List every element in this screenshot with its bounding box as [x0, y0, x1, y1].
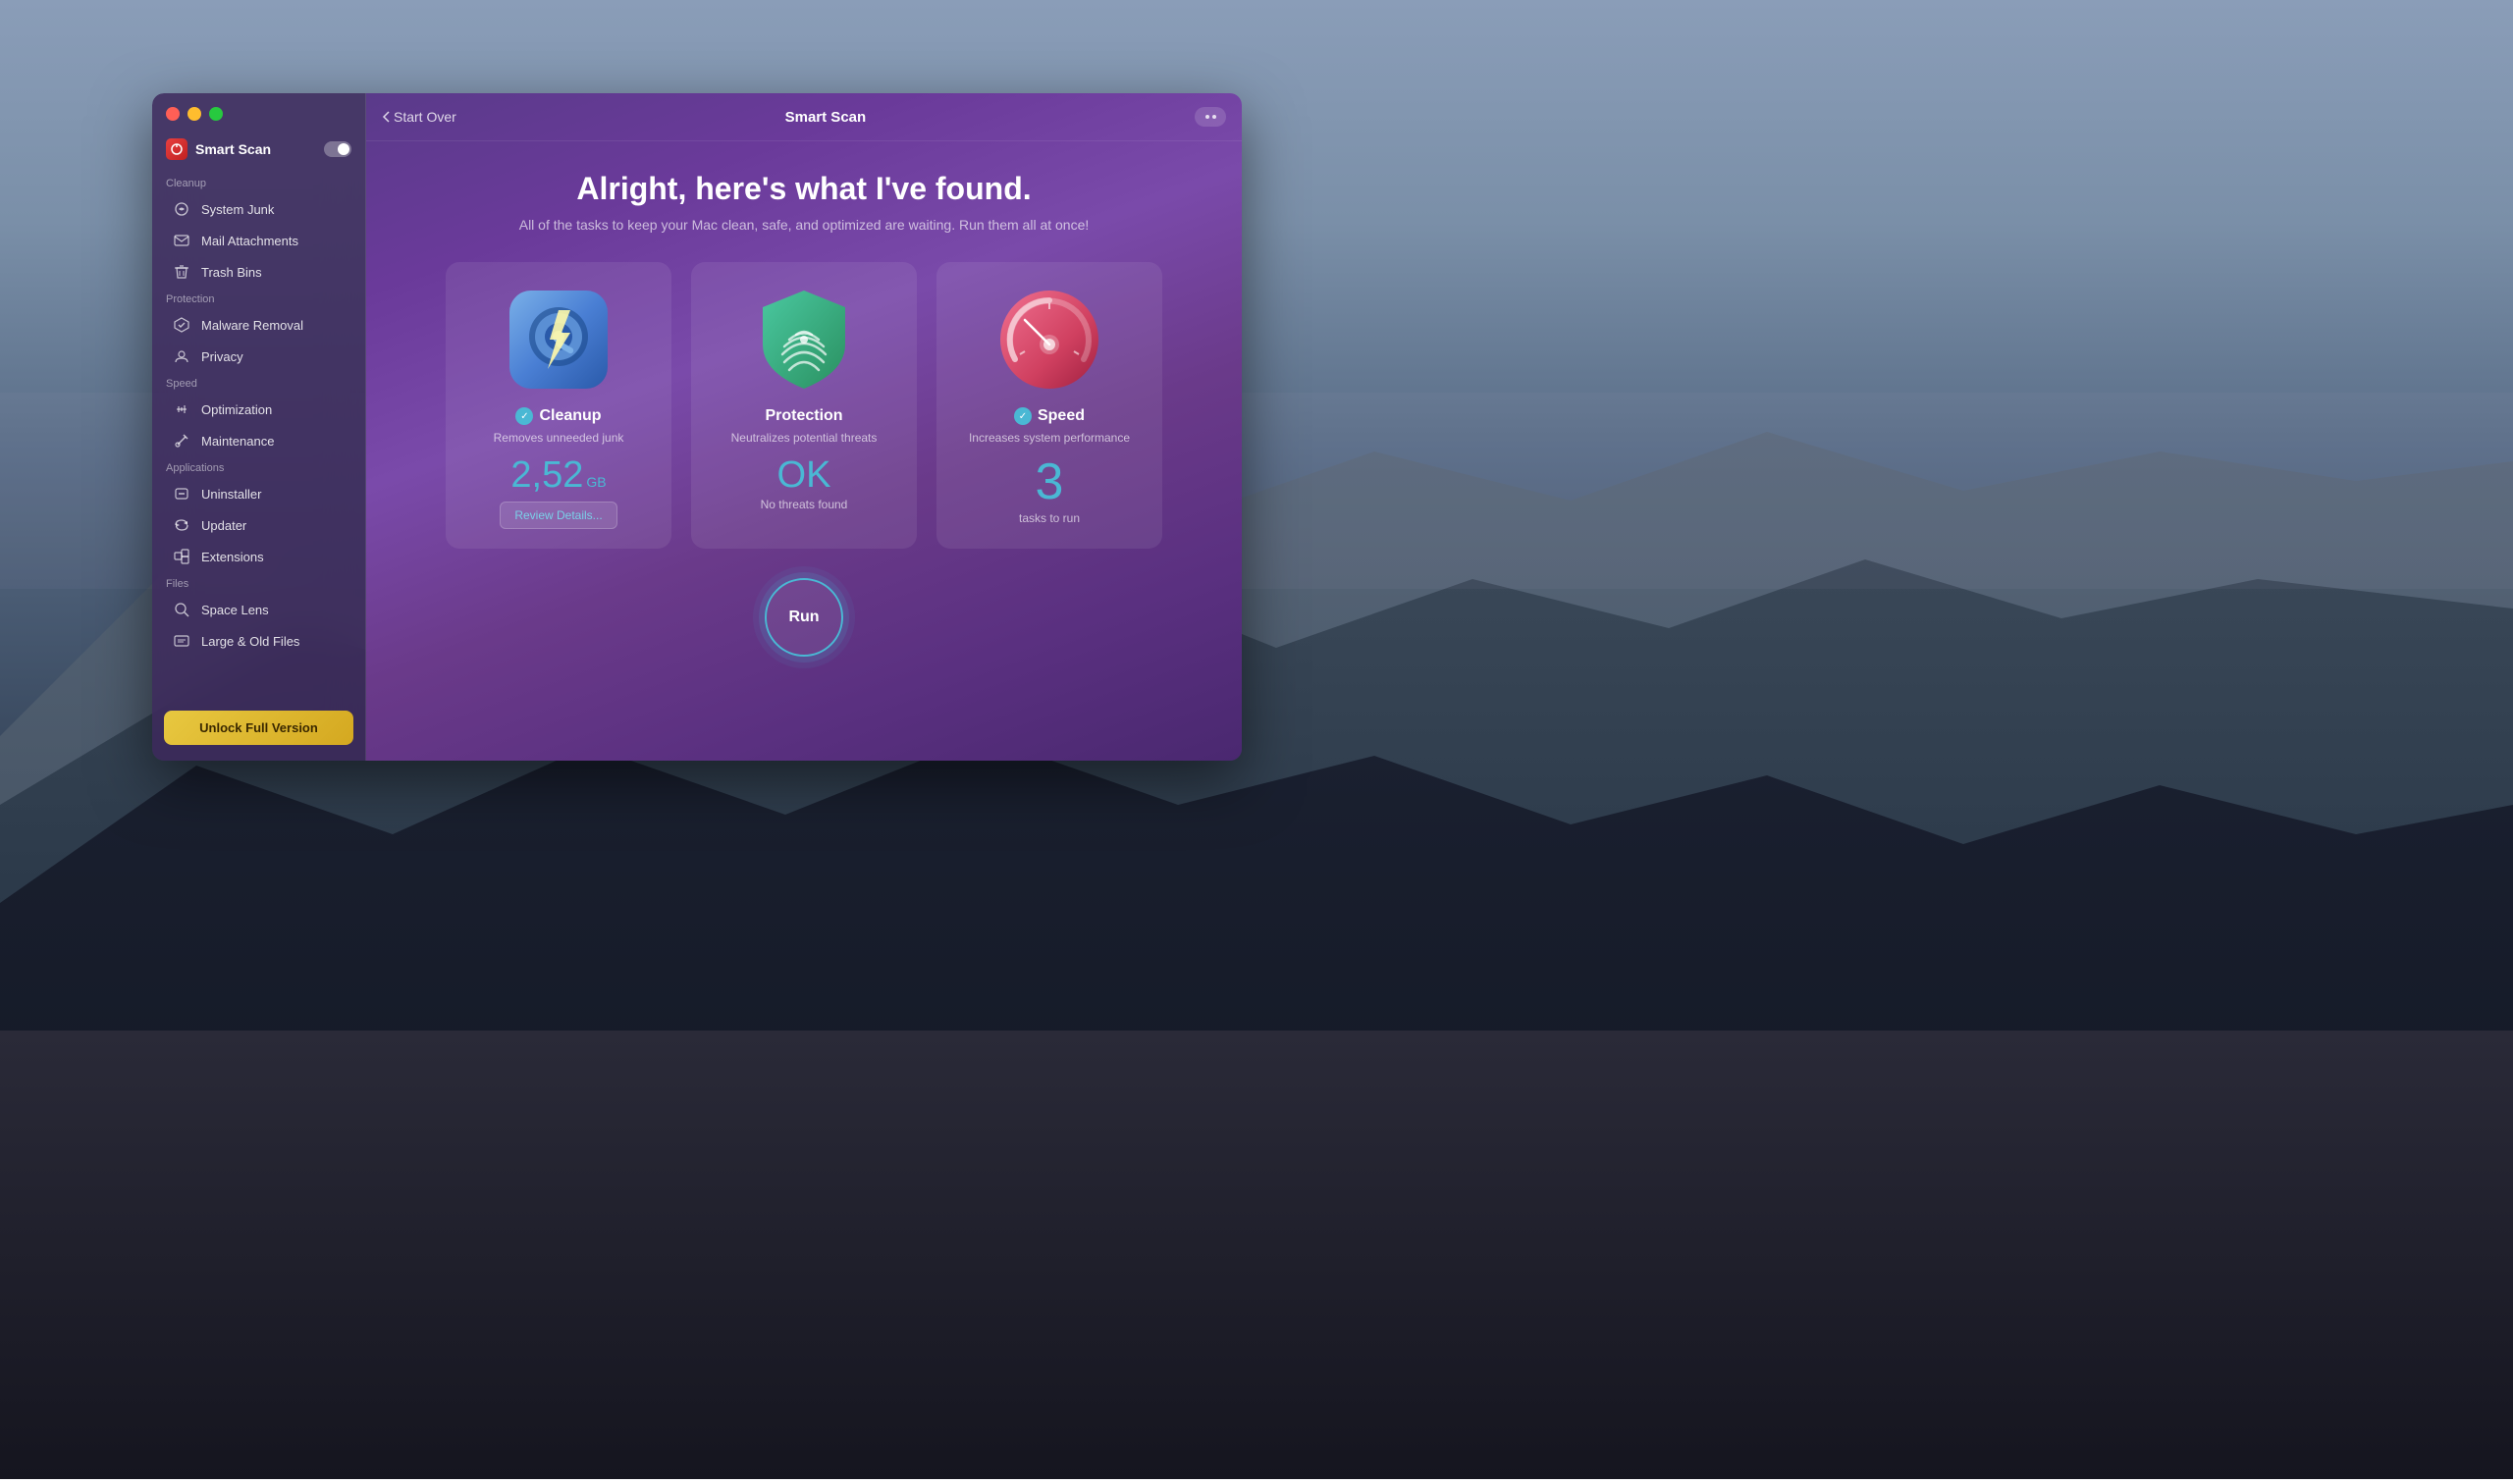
sidebar-item-trash-bins[interactable]: Trash Bins — [158, 256, 359, 288]
uninstaller-label: Uninstaller — [201, 487, 261, 502]
cleanup-name-row: ✓ Cleanup — [515, 407, 601, 425]
minimize-button[interactable] — [187, 107, 201, 121]
cleanup-card: ✓ Cleanup Removes unneeded junk 2,52 GB … — [446, 262, 671, 549]
optimization-icon — [172, 399, 191, 419]
dot-2 — [1212, 115, 1216, 119]
close-button[interactable] — [166, 107, 180, 121]
dot-1 — [1205, 115, 1209, 119]
more-options-button[interactable] — [1195, 107, 1226, 127]
space-lens-icon — [172, 600, 191, 619]
section-label-protection: Protection — [152, 288, 365, 309]
extensions-label: Extensions — [201, 550, 264, 564]
updater-icon — [172, 515, 191, 535]
sidebar-item-uninstaller[interactable]: Uninstaller — [158, 478, 359, 509]
back-chevron-icon — [382, 111, 390, 123]
cleanup-check-icon: ✓ — [515, 407, 533, 425]
sidebar: Smart Scan Cleanup System Junk Mail Atta… — [152, 93, 366, 761]
sidebar-item-large-old-files[interactable]: Large & Old Files — [158, 625, 359, 657]
protection-card: Protection Neutralizes potential threats… — [691, 262, 917, 549]
speed-icon-wrapper — [995, 286, 1103, 394]
speed-value: 3 — [1036, 456, 1064, 507]
window-controls — [152, 93, 365, 131]
speed-card-desc: Increases system performance — [969, 431, 1130, 445]
protection-ok-text: OK — [777, 456, 831, 494]
cleanup-value-num: 2,52 — [510, 456, 583, 494]
protection-icon — [755, 286, 853, 394]
back-button-label: Start Over — [394, 109, 456, 125]
cleanup-card-desc: Removes unneeded junk — [494, 431, 624, 445]
speed-check-icon: ✓ — [1014, 407, 1032, 425]
main-subtitle: All of the tasks to keep your Mac clean,… — [519, 217, 1090, 233]
sidebar-item-malware-removal[interactable]: Malware Removal — [158, 309, 359, 341]
large-old-files-label: Large & Old Files — [201, 634, 299, 649]
malware-icon — [172, 315, 191, 335]
cleanup-icon-wrapper — [505, 286, 613, 394]
speed-card: ✓ Speed Increases system performance 3 t… — [936, 262, 1162, 549]
protection-ok-sub: No threats found — [761, 498, 848, 511]
review-details-button[interactable]: Review Details... — [500, 502, 616, 529]
updater-label: Updater — [201, 518, 246, 533]
app-window: Smart Scan Cleanup System Junk Mail Atta… — [152, 93, 1242, 761]
mail-attachments-label: Mail Attachments — [201, 234, 298, 248]
smart-scan-app-icon — [166, 138, 187, 160]
trash-icon — [172, 262, 191, 282]
cleanup-value-row: 2,52 GB — [510, 456, 606, 494]
maintenance-icon — [172, 431, 191, 450]
speed-sub: tasks to run — [1019, 511, 1080, 525]
protection-name-row: Protection — [765, 407, 842, 425]
header-title: Smart Scan — [785, 109, 867, 126]
section-label-cleanup: Cleanup — [152, 172, 365, 193]
sidebar-item-extensions[interactable]: Extensions — [158, 541, 359, 572]
sidebar-item-maintenance[interactable]: Maintenance — [158, 425, 359, 456]
smart-scan-toggle[interactable] — [324, 141, 351, 157]
cards-row: ✓ Cleanup Removes unneeded junk 2,52 GB … — [386, 262, 1222, 549]
section-label-applications: Applications — [152, 456, 365, 478]
uninstaller-icon — [172, 484, 191, 504]
maximize-button[interactable] — [209, 107, 223, 121]
mail-icon — [172, 231, 191, 250]
unlock-full-version-button[interactable]: Unlock Full Version — [164, 711, 353, 745]
cleanup-icon — [505, 286, 613, 394]
privacy-icon — [172, 346, 191, 366]
sidebar-item-optimization[interactable]: Optimization — [158, 394, 359, 425]
sidebar-item-updater[interactable]: Updater — [158, 509, 359, 541]
section-label-speed: Speed — [152, 372, 365, 394]
maintenance-label: Maintenance — [201, 434, 274, 449]
run-button[interactable]: Run — [765, 578, 843, 657]
privacy-label: Privacy — [201, 349, 243, 364]
sidebar-item-privacy[interactable]: Privacy — [158, 341, 359, 372]
extensions-icon — [172, 547, 191, 566]
main-title: Alright, here's what I've found. — [576, 171, 1031, 207]
speed-name-row: ✓ Speed — [1014, 407, 1085, 425]
section-label-files: Files — [152, 572, 365, 594]
protection-card-name: Protection — [765, 407, 842, 425]
protection-icon-wrapper — [750, 286, 858, 394]
system-junk-label: System Junk — [201, 202, 274, 217]
trash-bins-label: Trash Bins — [201, 265, 262, 280]
back-button[interactable]: Start Over — [382, 109, 456, 125]
speed-icon — [995, 286, 1103, 394]
main-header: Start Over Smart Scan — [366, 93, 1242, 141]
sidebar-item-space-lens[interactable]: Space Lens — [158, 594, 359, 625]
main-body: Alright, here's what I've found. All of … — [366, 141, 1242, 761]
space-lens-label: Space Lens — [201, 603, 269, 617]
large-old-icon — [172, 631, 191, 651]
sidebar-item-mail-attachments[interactable]: Mail Attachments — [158, 225, 359, 256]
malware-removal-label: Malware Removal — [201, 318, 303, 333]
system-junk-icon — [172, 199, 191, 219]
main-content: Start Over Smart Scan Alright, here's wh… — [366, 93, 1242, 761]
cleanup-card-name: Cleanup — [539, 407, 601, 425]
smart-scan-label: Smart Scan — [195, 141, 271, 157]
speed-card-name: Speed — [1038, 407, 1085, 425]
optimization-label: Optimization — [201, 402, 272, 417]
sidebar-item-system-junk[interactable]: System Junk — [158, 193, 359, 225]
protection-card-desc: Neutralizes potential threats — [731, 431, 878, 445]
sidebar-item-smart-scan[interactable]: Smart Scan — [152, 131, 365, 172]
cleanup-value-unit: GB — [586, 474, 606, 490]
